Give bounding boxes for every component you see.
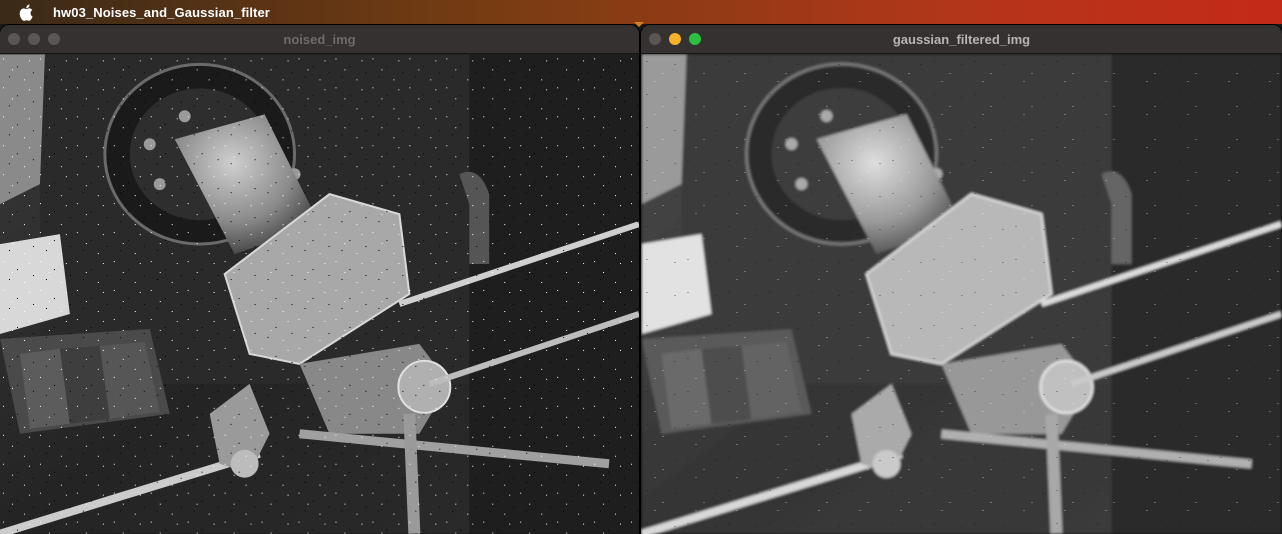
close-button[interactable] bbox=[649, 33, 661, 45]
window-titlebar[interactable]: noised_img bbox=[0, 25, 639, 54]
noised-img-window[interactable]: noised_img bbox=[0, 25, 639, 534]
close-button[interactable] bbox=[8, 33, 20, 45]
gaussian-filtered-img-window[interactable]: gaussian_filtered_img bbox=[641, 25, 1282, 534]
window-title: gaussian_filtered_img bbox=[892, 31, 1031, 47]
traffic-lights bbox=[8, 33, 60, 45]
menu-bar: hw03_Noises_and_Gaussian_filter bbox=[0, 0, 1282, 24]
minimize-button[interactable] bbox=[28, 33, 40, 45]
minimize-button[interactable] bbox=[669, 33, 681, 45]
maximize-button[interactable] bbox=[689, 33, 701, 45]
window-title: noised_img bbox=[283, 31, 356, 47]
noised-image[interactable] bbox=[0, 54, 639, 534]
traffic-lights bbox=[649, 33, 701, 45]
maximize-button[interactable] bbox=[48, 33, 60, 45]
app-menu-title[interactable]: hw03_Noises_and_Gaussian_filter bbox=[53, 5, 270, 20]
gaussian-filtered-image[interactable] bbox=[641, 54, 1282, 534]
window-titlebar[interactable]: gaussian_filtered_img bbox=[641, 25, 1282, 54]
apple-logo-icon[interactable] bbox=[18, 3, 34, 21]
